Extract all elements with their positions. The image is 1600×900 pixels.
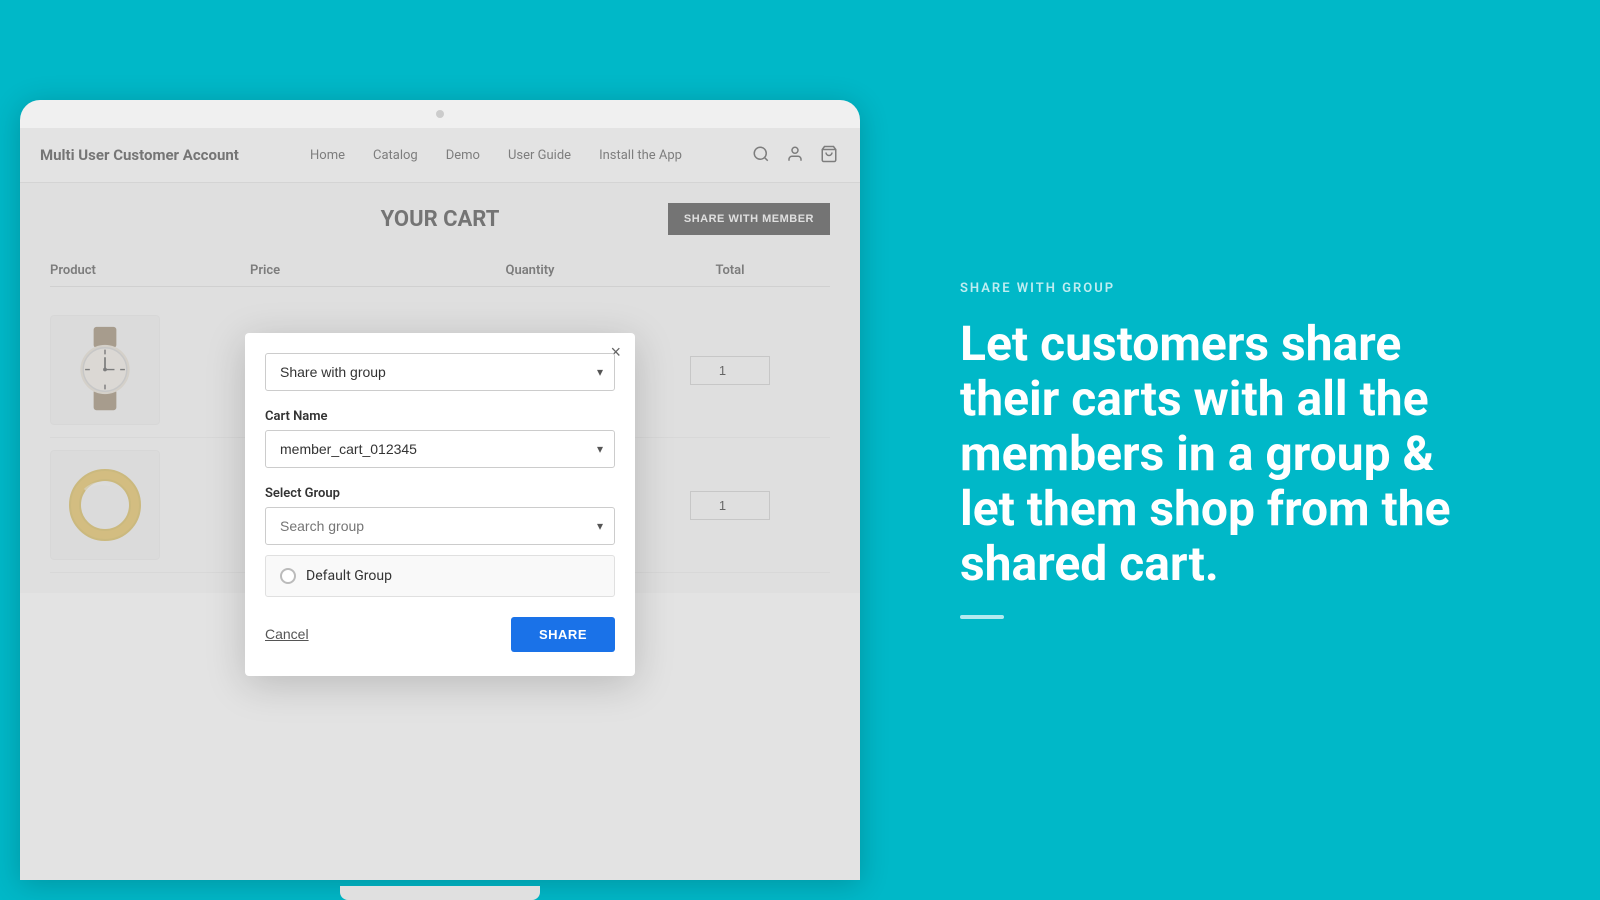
browser-content: Multi User Customer Account Home Catalog… [20,128,860,880]
feature-label: SHARE WITH GROUP [960,281,1480,296]
right-panel: SHARE WITH GROUP Let customers share the… [880,0,1600,900]
search-group-wrapper: ▾ [265,507,615,545]
share-type-select[interactable]: Share with group [265,353,615,391]
modal-overlay: × Share with group ▾ Cart Name member_ca… [20,128,860,880]
feature-heading: Let customers share their carts with all… [960,316,1480,592]
cancel-button[interactable]: Cancel [265,626,309,642]
share-button[interactable]: SHARE [511,617,615,652]
modal-actions: Cancel SHARE [265,617,615,652]
cart-name-select[interactable]: member_cart_012345 [265,430,615,468]
cart-name-wrapper: member_cart_012345 ▾ [265,430,615,468]
group-name: Default Group [306,568,392,584]
group-list: Default Group [265,555,615,597]
group-radio[interactable] [280,568,296,584]
laptop-bottom [340,886,540,900]
share-type-wrapper: Share with group ▾ [265,353,615,391]
select-group-label: Select Group [265,486,615,501]
right-content: SHARE WITH GROUP Let customers share the… [960,281,1480,620]
search-group-input[interactable] [265,507,615,545]
cart-name-label: Cart Name [265,409,615,424]
laptop-frame: Multi User Customer Account Home Catalog… [20,100,860,880]
divider [960,615,1004,619]
camera-dot [436,110,444,118]
share-modal: × Share with group ▾ Cart Name member_ca… [245,333,635,676]
left-panel: Multi User Customer Account Home Catalog… [0,0,880,900]
list-item[interactable]: Default Group [266,556,614,596]
